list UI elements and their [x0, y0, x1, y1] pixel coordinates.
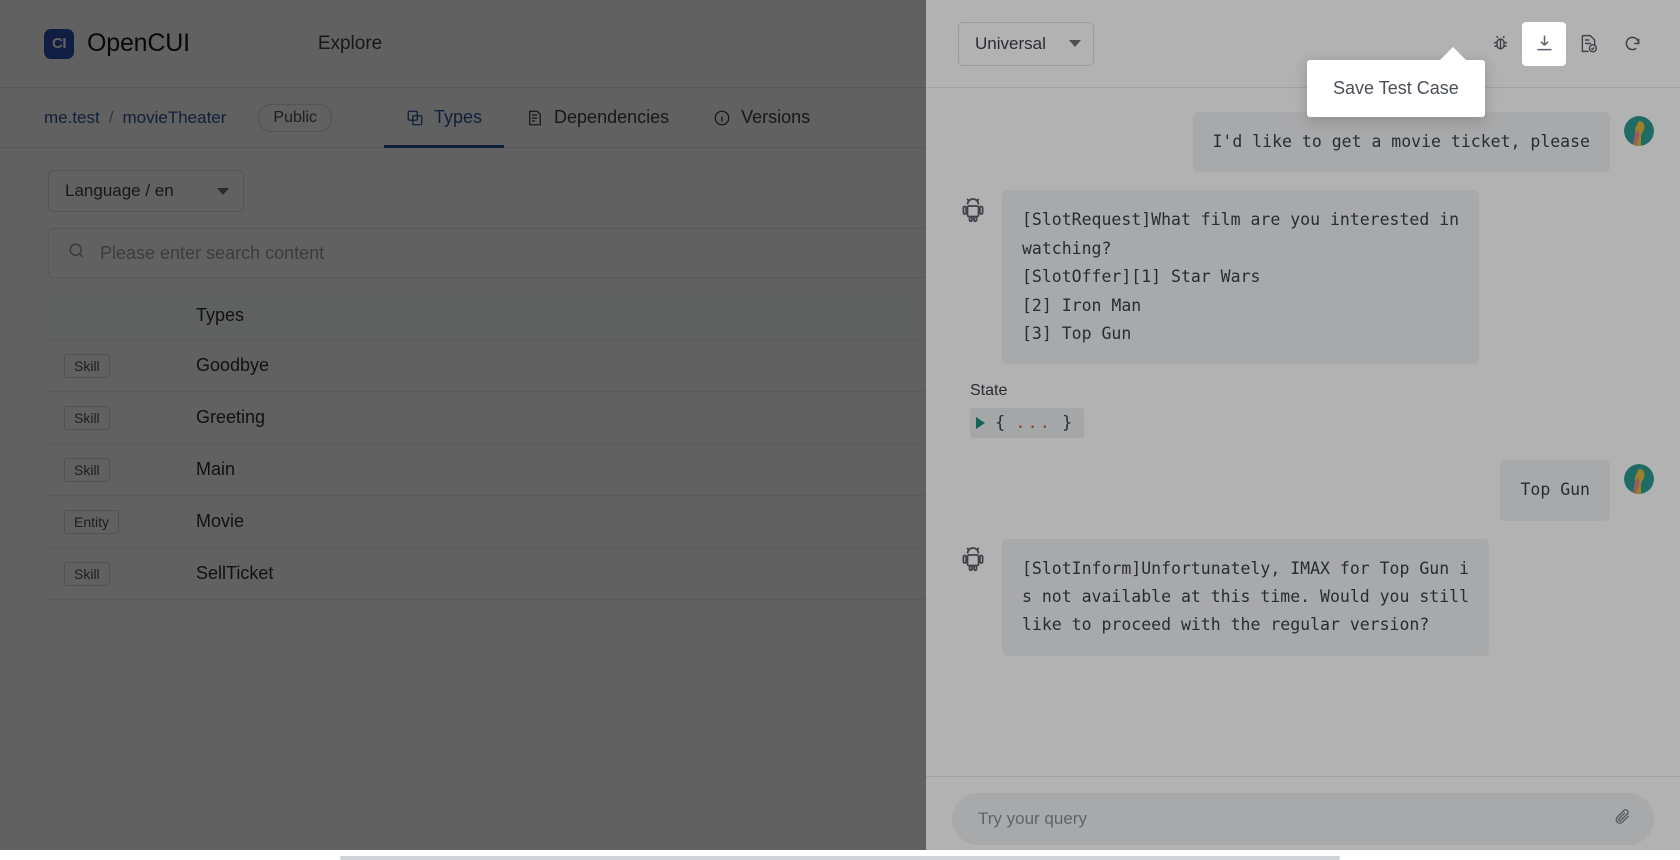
app-root: CI OpenCUI Explore me.test / movieTheate…: [0, 0, 1680, 860]
search-input[interactable]: Please enter search content: [100, 243, 324, 264]
chevron-down-icon: [217, 188, 229, 195]
search-icon: [67, 241, 86, 265]
tooltip-arrow: [1440, 47, 1466, 60]
copy-icon: [406, 109, 424, 127]
language-select[interactable]: Language / en: [48, 170, 244, 212]
tab-dependencies[interactable]: Dependencies: [504, 88, 691, 148]
kind-badge: Entity: [64, 510, 119, 534]
language-select-value: Language / en: [65, 181, 174, 201]
types-table: Types Skill Goodbye Skill Greeting Skill…: [48, 292, 926, 600]
paperclip-icon[interactable]: [1613, 807, 1632, 831]
download-icon[interactable]: [1522, 22, 1566, 66]
search-box[interactable]: Please enter search content: [48, 228, 926, 278]
message-text: [SlotRequest]What film are you intereste…: [1002, 190, 1479, 364]
tab-types[interactable]: Types: [384, 88, 504, 148]
tab-types-label: Types: [434, 107, 482, 128]
chevron-down-icon: [1069, 40, 1081, 47]
nav-explore-link[interactable]: Explore: [318, 33, 382, 55]
chat-message-list[interactable]: I'd like to get a movie ticket, please: [926, 88, 1680, 776]
kind-badge: Skill: [64, 354, 110, 378]
row-name[interactable]: Main: [196, 459, 926, 480]
chat-pane: Universal: [926, 0, 1680, 860]
row-kind: Skill: [48, 406, 196, 430]
tab-versions[interactable]: Versions: [691, 88, 832, 148]
chat-toolbar: Universal: [926, 0, 1680, 88]
chat-message-bot: [SlotInform]Unfortunately, IMAX for Top …: [958, 539, 1654, 656]
brand-name: OpenCUI: [87, 29, 190, 58]
chat-input[interactable]: Try your query: [952, 793, 1654, 845]
row-name[interactable]: Greeting: [196, 407, 926, 428]
chat-message-user: Top Gun: [958, 460, 1654, 520]
document-list-icon: [526, 109, 544, 127]
table-row[interactable]: Entity Movie: [48, 496, 926, 548]
tab-versions-label: Versions: [741, 107, 810, 128]
row-kind: Skill: [48, 562, 196, 586]
bug-icon[interactable]: [1478, 22, 1522, 66]
refresh-icon[interactable]: [1610, 22, 1654, 66]
kind-badge: Skill: [64, 562, 110, 586]
table-row[interactable]: Skill Goodbye: [48, 340, 926, 392]
channel-select-value: Universal: [975, 34, 1046, 54]
chat-message-user: I'd like to get a movie ticket, please: [958, 112, 1654, 172]
message-text: I'd like to get a movie ticket, please: [1193, 112, 1611, 172]
json-ellipsis: ...: [1015, 413, 1052, 433]
message-text: [SlotInform]Unfortunately, IMAX for Top …: [1002, 539, 1489, 656]
row-kind: Entity: [48, 510, 196, 534]
kind-badge: Skill: [64, 406, 110, 430]
tab-dependencies-label: Dependencies: [554, 107, 669, 128]
breadcrumb-tabs-bar: me.test / movieTheater Public Types: [0, 88, 926, 148]
row-kind: Skill: [48, 458, 196, 482]
expand-triangle-icon[interactable]: [976, 417, 985, 429]
channel-select[interactable]: Universal: [958, 22, 1094, 66]
chat-input-bar: Try your query: [926, 776, 1680, 860]
visibility-badge: Public: [258, 104, 332, 132]
opencui-logo-icon: CI: [44, 29, 74, 59]
row-name[interactable]: SellTicket: [196, 563, 926, 584]
message-text: Top Gun: [1500, 460, 1610, 520]
android-bot-icon: [958, 543, 988, 573]
breadcrumb-separator: /: [109, 108, 114, 128]
json-brace-close: }: [1062, 413, 1072, 433]
document-check-icon[interactable]: [1566, 22, 1610, 66]
row-name[interactable]: Movie: [196, 511, 926, 532]
info-circle-icon: [713, 109, 731, 127]
bottom-scrollbar[interactable]: [0, 850, 1680, 860]
row-name[interactable]: Goodbye: [196, 355, 926, 376]
project-tabs: Types Dependencies: [384, 88, 832, 148]
breadcrumb-project[interactable]: movieTheater: [122, 108, 226, 128]
table-row[interactable]: Skill Main: [48, 444, 926, 496]
state-label: State: [970, 382, 1654, 400]
save-test-case-tooltip: Save Test Case: [1307, 60, 1485, 117]
json-brace-open: {: [995, 413, 1005, 433]
chat-toolbar-icons: [1478, 22, 1654, 66]
state-section: State { ... }: [970, 382, 1654, 438]
row-kind: Skill: [48, 354, 196, 378]
brand[interactable]: CI OpenCUI: [44, 29, 190, 59]
chat-message-bot: [SlotRequest]What film are you intereste…: [958, 190, 1654, 364]
table-header-row: Types: [48, 292, 926, 340]
table-row[interactable]: Skill Greeting: [48, 392, 926, 444]
filter-row: Language / en Please enter search conten…: [0, 148, 926, 278]
table-header-types: Types: [196, 305, 926, 326]
table-row[interactable]: Skill SellTicket: [48, 548, 926, 600]
state-json-collapsed[interactable]: { ... }: [970, 408, 1084, 438]
top-navigation-bar: CI OpenCUI Explore: [0, 0, 926, 88]
kind-badge: Skill: [64, 458, 110, 482]
android-bot-icon: [958, 194, 988, 224]
avatar: [1624, 464, 1654, 494]
breadcrumb-org[interactable]: me.test: [44, 108, 100, 128]
project-pane: CI OpenCUI Explore me.test / movieTheate…: [0, 0, 926, 860]
avatar: [1624, 116, 1654, 146]
chat-input-placeholder[interactable]: Try your query: [978, 809, 1087, 829]
